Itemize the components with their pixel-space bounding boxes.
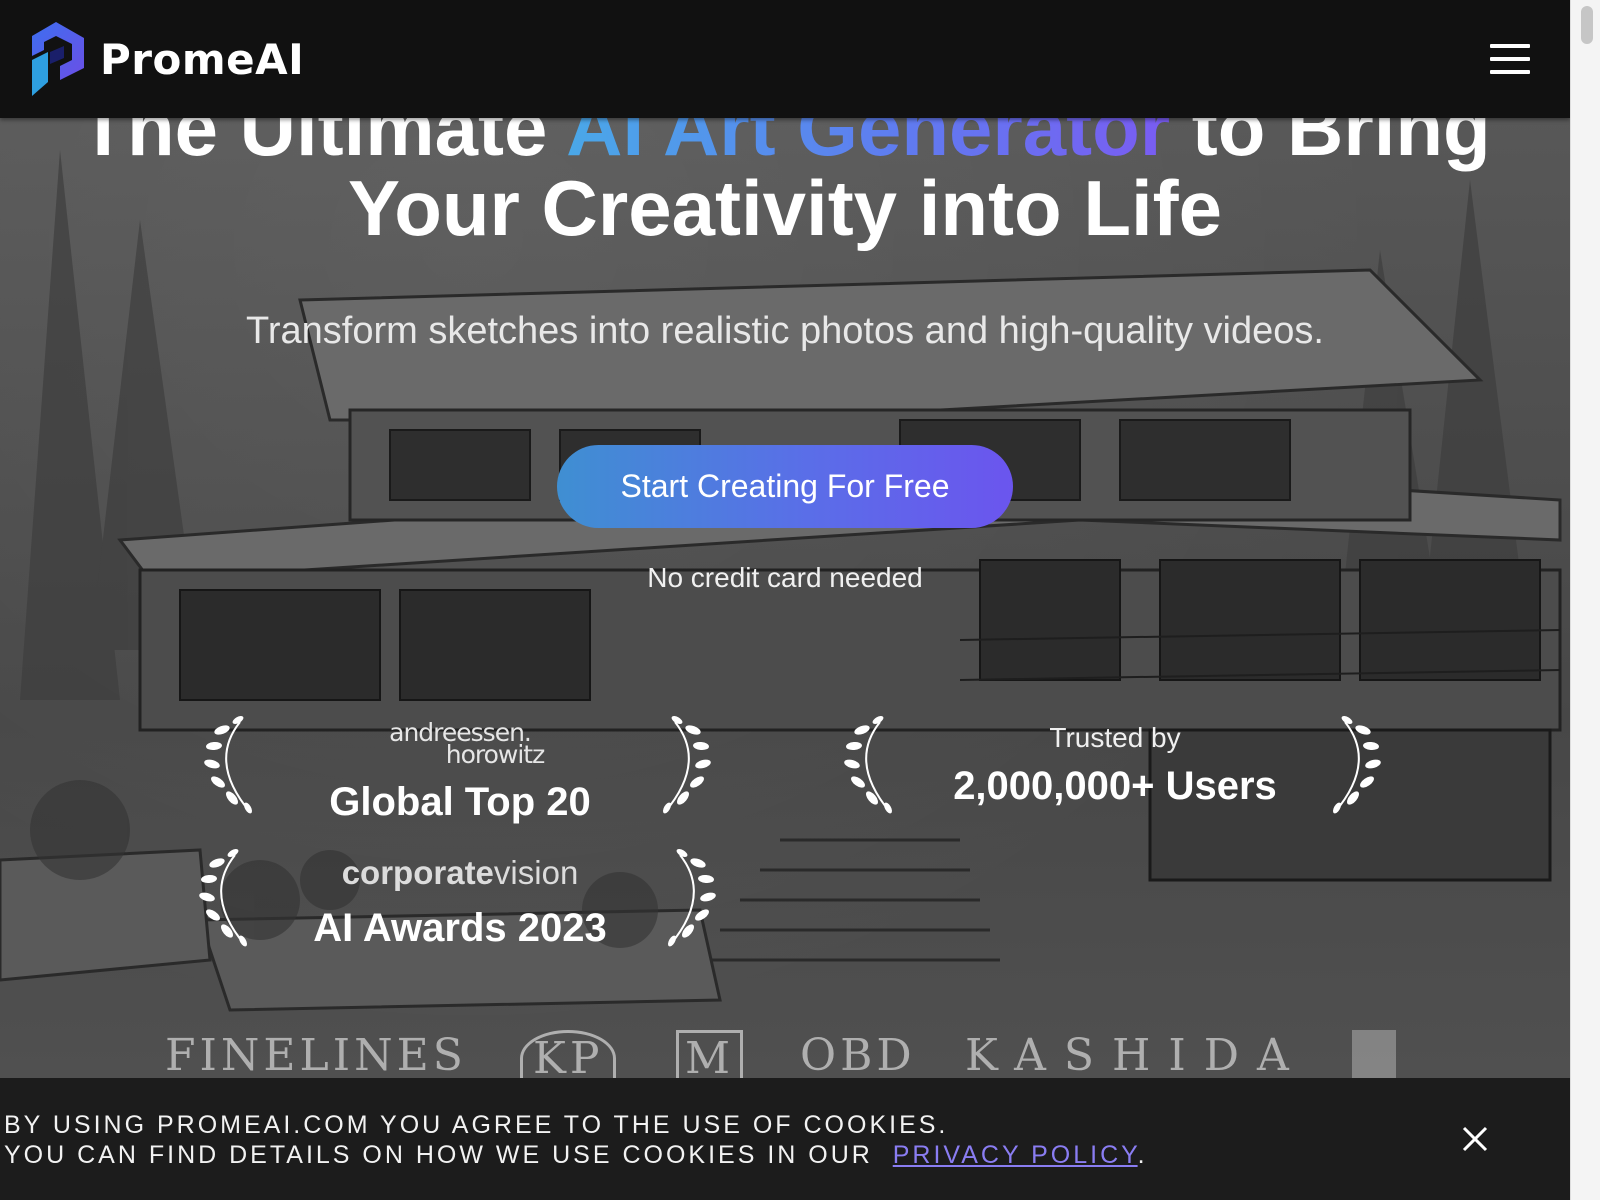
hamburger-menu-icon[interactable] — [1490, 44, 1530, 74]
promeai-logo-icon — [32, 22, 84, 96]
cv-brand-bold: corporate — [341, 854, 494, 891]
menu-line — [1490, 70, 1530, 74]
award-kicker: Trusted by — [1049, 722, 1181, 753]
partner-logo: KASHIDA — [965, 1030, 1307, 1080]
partner-logo: FINELINES — [165, 1030, 467, 1080]
hero-subtitle: Transform sketches into realistic photos… — [246, 310, 1324, 352]
partner-logo: KP — [520, 1030, 617, 1080]
cookie-line2: You can find details on how we use cooki… — [4, 1140, 1148, 1170]
partner-logo: OBD — [800, 1030, 916, 1080]
partner-logos-strip: FINELINES KP M OBD KASHIDA — [0, 1030, 1570, 1080]
brand-name: PromeAI — [100, 34, 305, 84]
cookie-message: By using promeai.com you agree to the us… — [4, 1110, 1148, 1170]
page-scrollbar[interactable] — [1570, 0, 1600, 1200]
menu-line — [1490, 57, 1530, 61]
laurel-left-icon — [204, 716, 252, 814]
award-title: AI Awards 2023 — [313, 906, 607, 950]
start-creating-button[interactable]: Start Creating For Free — [557, 445, 1013, 528]
corporate-vision-logo: corporatevision — [300, 854, 620, 892]
award-title: Global Top 20 — [329, 780, 591, 824]
laurel-right-icon — [1333, 716, 1381, 814]
cv-brand-light: vision — [493, 854, 579, 891]
no-credit-card-note: No credit card needed — [647, 562, 923, 593]
award-corporate-vision: corporatevision AI Awards 2023 — [300, 854, 620, 951]
partner-logo-image — [1352, 1030, 1396, 1080]
cookie-banner: By using promeai.com you agree to the us… — [0, 1078, 1570, 1200]
laurel-left-icon — [199, 849, 247, 947]
award-a16z: andreessen. horowitz Global Top 20 — [300, 720, 620, 825]
close-icon[interactable] — [1458, 1122, 1492, 1156]
menu-line — [1490, 44, 1530, 48]
headline-line2: Your Creativity into Life — [348, 164, 1222, 252]
a16z-logo: andreessen. horowitz — [300, 720, 620, 769]
laurel-right-icon — [668, 849, 716, 947]
top-navigation-bar: PromeAI — [0, 0, 1570, 118]
cookie-line2-suffix: . — [1137, 1141, 1148, 1169]
cookie-line1: By using promeai.com you agree to the us… — [4, 1111, 949, 1139]
privacy-policy-link[interactable]: Privacy Policy — [893, 1141, 1138, 1169]
cookie-line2-text: You can find details on how we use cooki… — [4, 1141, 873, 1169]
laurel-right-icon — [663, 716, 711, 814]
a16z-line2: horowitz — [445, 740, 545, 769]
laurel-left-icon — [844, 716, 892, 814]
partner-logo: M — [676, 1030, 744, 1080]
award-title: 2,000,000+ Users — [953, 764, 1277, 808]
award-users: Trusted by 2,000,000+ Users — [935, 722, 1295, 809]
brand[interactable]: PromeAI — [30, 20, 304, 98]
scrollbar-thumb[interactable] — [1581, 6, 1593, 44]
